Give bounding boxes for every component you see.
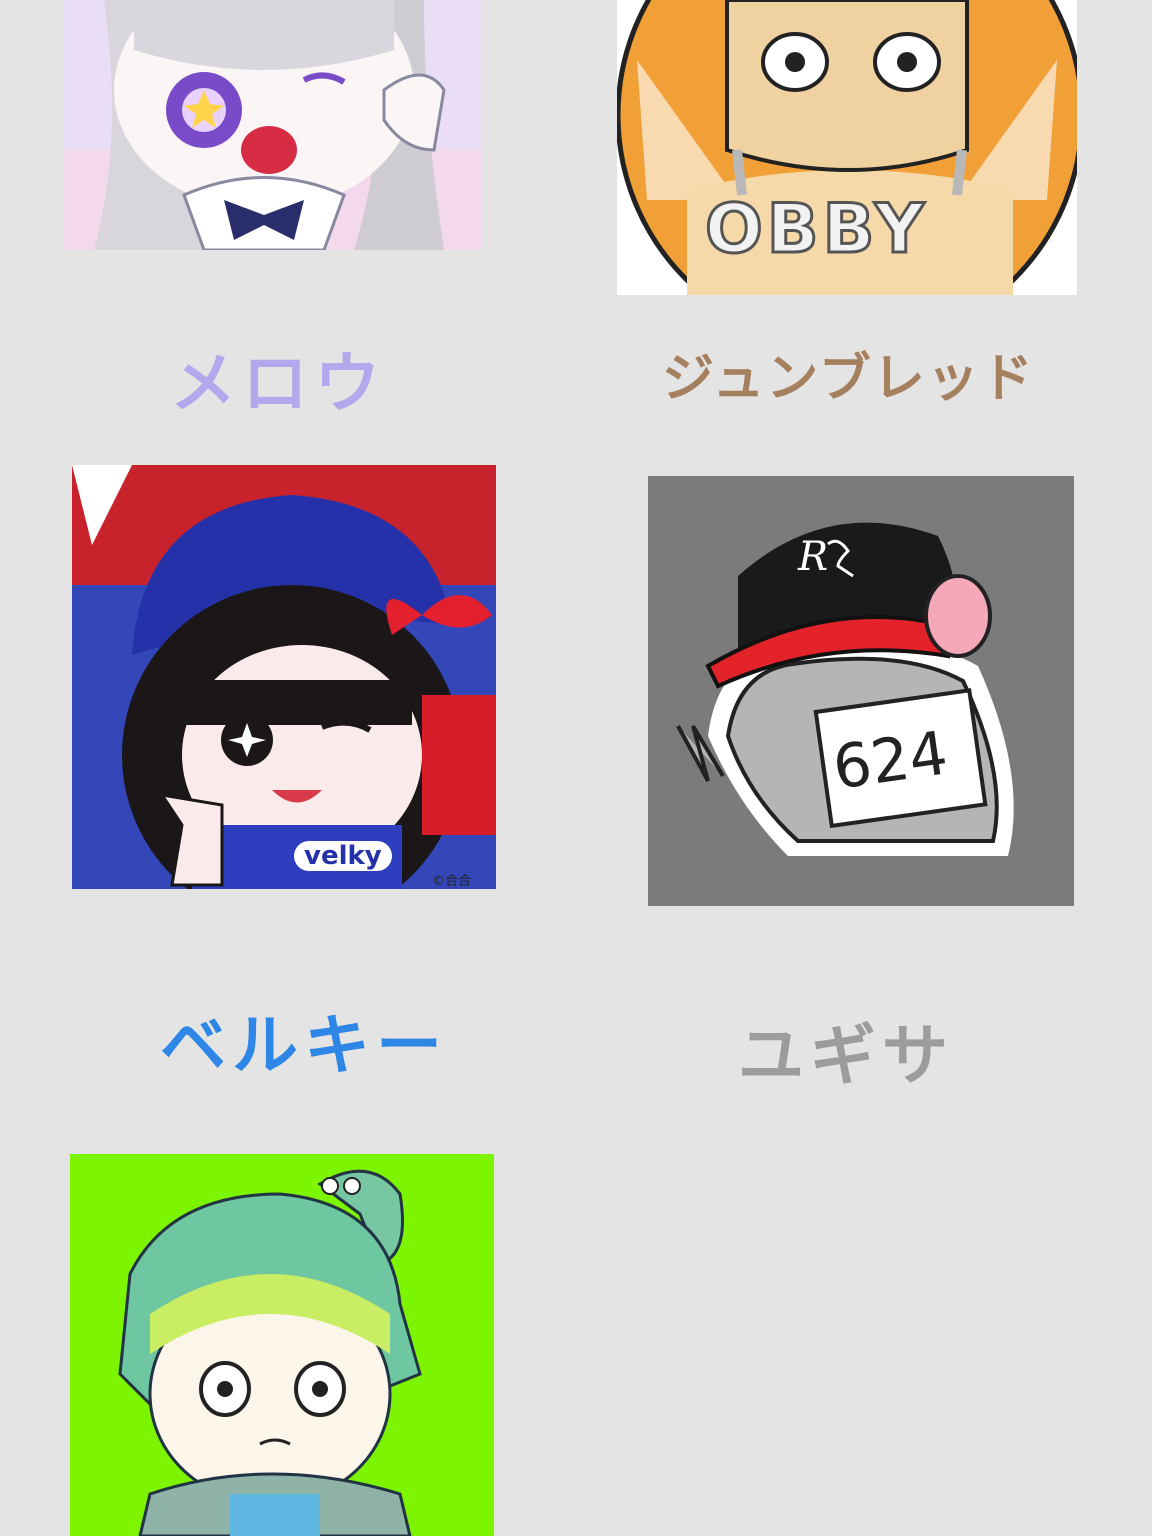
obby-badge: OBBY (704, 189, 928, 271)
creator-name-velky: ベルキー (160, 1007, 448, 1084)
creator-name-junbread: ジュンブレッド (662, 349, 1035, 409)
creator-name-yugisa: ユギサ (738, 1017, 954, 1094)
velky-shirt-logo: velky (294, 841, 392, 871)
creator-name-mellow: メロウ (170, 345, 386, 422)
avatar-mellow[interactable] (64, 0, 482, 250)
avatar-fifth[interactable] (70, 1154, 494, 1536)
avatar-velky[interactable]: velky ©合合 (72, 465, 496, 889)
velky-illustration (72, 465, 496, 889)
avatar-yugisa[interactable]: R 624 (648, 476, 1074, 906)
avatar-junbread[interactable]: OBBY (617, 0, 1077, 295)
yugisa-illustration (648, 476, 1074, 906)
yugisa-cap-letter: R (798, 534, 829, 580)
velky-artist-credit: ©合合 (432, 874, 472, 889)
green-hair-character-illustration (70, 1154, 494, 1536)
mellow-illustration (64, 0, 482, 250)
